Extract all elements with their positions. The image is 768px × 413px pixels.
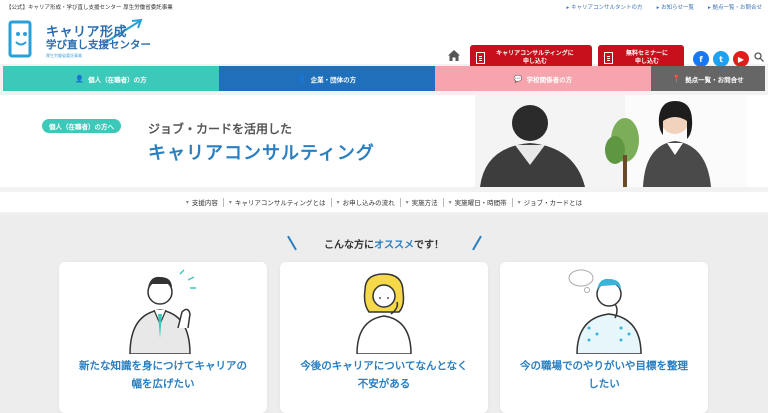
top-links: ▸ キャリアコンサルタントの方 ▸ お知らせ一覧 ▸ 拠点一覧・お問合せ <box>567 3 762 11</box>
person-icon: 👤 <box>75 74 85 83</box>
home-icon-svg <box>448 50 460 61</box>
home-icon[interactable] <box>448 50 460 64</box>
recommend-card: 今後のキャリアについてなんとなく 不安がある <box>280 262 488 413</box>
consultation-photo-illustration <box>475 95 747 187</box>
nav-individual-label: 個人（在職者）の方 <box>88 75 147 84</box>
section-title-post: です！ <box>414 240 444 251</box>
subnav-support[interactable]: 支援内容 <box>181 197 223 207</box>
subnav-method[interactable]: 実施方法 <box>401 197 443 207</box>
nav-locations-label: 拠点一覧・お問合せ <box>685 75 744 84</box>
hero: 個人（在職者）の方へ ジョブ・カードを活用した キャリアコンサルティング <box>0 95 768 187</box>
businessman-illustration <box>129 269 196 354</box>
worried-woman-illustration <box>356 273 412 354</box>
document-icon <box>476 52 485 64</box>
nav-company-label: 企業・団体の方 <box>310 75 357 84</box>
thinking-man-illustration <box>568 269 642 354</box>
recommend-card: 新たな知識を身につけてキャリアの 幅を広げたい <box>59 262 267 413</box>
hero-subtitle: ジョブ・カードを活用した <box>148 122 293 136</box>
section-title-em: オススメ <box>374 240 414 251</box>
recommend-card: 今の職場でのやりがいや目標を整理 したい <box>500 262 708 413</box>
youtube-icon[interactable]: ▶ <box>733 51 749 67</box>
subnav-what-is-consulting[interactable]: キャリアコンサルティングとは <box>224 197 331 207</box>
card-text: 今後のキャリアについてなんとなく 不安がある <box>280 357 488 393</box>
top-link-locations[interactable]: ▸ 拠点一覧・お問合せ <box>708 3 762 11</box>
person-icon: 👤 <box>297 74 307 83</box>
search-icon[interactable] <box>754 52 764 62</box>
facebook-icon[interactable]: f <box>693 51 709 67</box>
top-link-consultant[interactable]: ▸ キャリアコンサルタントの方 <box>567 3 643 11</box>
top-link-news[interactable]: ▸ お知らせ一覧 <box>657 3 694 11</box>
card-text-line2: 幅を広げたい <box>131 378 195 390</box>
card-text-line1: 今の職場でのやりがいや目標を整理 <box>520 360 688 372</box>
logo-line2: 学び直し支援センター <box>46 39 151 51</box>
apply-seminar-label: 無料セミナーに 申し込む <box>625 50 668 65</box>
subnav-job-card[interactable]: ジョブ・カードとは <box>513 197 588 207</box>
site-logo[interactable]: キャリア形成 学び直し支援センター 厚生労働省委託事業 <box>8 18 151 62</box>
section-title-pre: こんな方に <box>324 240 374 251</box>
subnav-flow[interactable]: お申し込みの流れ <box>332 197 400 207</box>
subnav-schedule[interactable]: 実施曜日・時間帯 <box>444 197 512 207</box>
hero-photo <box>475 95 747 187</box>
logo-mark-icon <box>8 20 32 58</box>
section-title: こんな方にオススメです！ <box>0 236 768 251</box>
document-icon <box>604 52 613 64</box>
card-text-line1: 今後のキャリアについてなんとなく <box>300 360 468 372</box>
nav-school-label: 学校関係者の方 <box>526 75 573 84</box>
top-bar: 【公式】キャリア形成・学び直し支援センター 厚生労働省委託事業 ▸ キャリアコン… <box>0 0 768 14</box>
apply-consulting-label: キャリアコンサルティングに 申し込む <box>496 50 574 65</box>
card-text-line2: したい <box>588 378 620 390</box>
page-sub-nav: 支援内容 キャリアコンサルティングとは お申し込みの流れ 実施方法 実施曜日・時… <box>0 192 768 212</box>
card-text: 今の職場でのやりがいや目標を整理 したい <box>500 357 708 393</box>
audience-badge: 個人（在職者）の方へ <box>42 119 121 133</box>
chat-icon: 💬 <box>513 74 523 83</box>
nav-locations[interactable]: 📍 拠点一覧・お問合せ <box>651 66 765 91</box>
card-text-line1: 新たな知識を身につけてキャリアの <box>79 360 247 372</box>
hero-title: キャリアコンサルティング <box>148 143 375 164</box>
map-pin-icon: 📍 <box>672 74 682 83</box>
page: 【公式】キャリア形成・学び直し支援センター 厚生労働省委託事業 ▸ キャリアコン… <box>0 0 768 413</box>
card-text: 新たな知識を身につけてキャリアの 幅を広げたい <box>59 357 267 393</box>
main-nav: 👤 個人（在職者）の方 👤 企業・団体の方 💬 学校関係者の方 📍 拠点一覧・お… <box>3 66 765 91</box>
nav-company[interactable]: 👤 企業・団体の方 <box>219 66 435 91</box>
twitter-icon[interactable]: t <box>713 51 729 67</box>
card-text-line2: 不安がある <box>357 378 411 390</box>
nav-school[interactable]: 💬 学校関係者の方 <box>435 66 651 91</box>
site-description: 【公式】キャリア形成・学び直し支援センター 厚生労働省委託事業 <box>6 5 173 11</box>
logo-sub: 厚生労働省委託事業 <box>46 53 82 58</box>
header: キャリア形成 学び直し支援センター 厚生労働省委託事業 キャリアコンサルティング… <box>0 14 768 71</box>
nav-individual[interactable]: 👤 個人（在職者）の方 <box>3 66 219 91</box>
